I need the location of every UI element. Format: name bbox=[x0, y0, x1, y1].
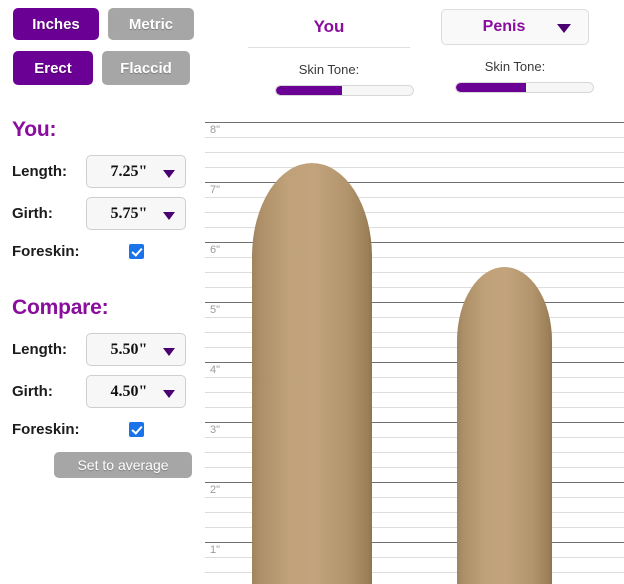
ruler-tick-label: 1" bbox=[210, 544, 221, 556]
controls-panel: Inches Metric Erect Flaccid You: Length:… bbox=[0, 0, 205, 584]
you-foreskin-checkbox[interactable] bbox=[128, 244, 144, 259]
compare-section-title: Compare: bbox=[12, 296, 109, 319]
you-skin-tone-label: Skin Tone: bbox=[298, 62, 360, 77]
compare-girth-row: Girth: 4.50" bbox=[12, 375, 186, 408]
units-toggle-group: Inches Metric bbox=[13, 8, 194, 40]
state-erect-button[interactable]: Erect bbox=[13, 51, 93, 85]
compare-skin-tone-slider-fill bbox=[456, 83, 526, 92]
ruler-tick-label: 5" bbox=[210, 304, 221, 316]
ruler-tick-label: 3" bbox=[210, 424, 221, 436]
units-inches-button[interactable]: Inches bbox=[13, 8, 99, 40]
gridline-minor bbox=[205, 137, 624, 138]
compare-length-label: Length: bbox=[12, 341, 67, 358]
set-to-average-button[interactable]: Set to average bbox=[54, 452, 192, 478]
tab-you[interactable]: You bbox=[248, 0, 410, 48]
you-length-row: Length: 7.25" bbox=[12, 155, 186, 188]
units-metric-button[interactable]: Metric bbox=[108, 8, 194, 40]
compare-column-header: Penis Skin Tone: bbox=[425, 0, 605, 93]
gridline-major bbox=[205, 122, 624, 123]
state-toggle-group: Erect Flaccid bbox=[13, 51, 190, 85]
chevron-down-icon bbox=[163, 389, 175, 398]
compare-skin-tone-slider[interactable] bbox=[455, 82, 594, 93]
compare-type-dropdown[interactable]: Penis bbox=[441, 9, 589, 45]
compare-skin-tone-label: Skin Tone: bbox=[484, 59, 546, 74]
you-skin-tone-slider-fill bbox=[276, 86, 342, 95]
state-flaccid-button[interactable]: Flaccid bbox=[102, 51, 190, 85]
gridline-minor bbox=[205, 167, 624, 168]
compare-type-dropdown-label: Penis bbox=[482, 18, 526, 35]
compare-girth-select[interactable]: 4.50" bbox=[86, 375, 186, 408]
you-foreskin-label: Foreskin: bbox=[12, 243, 80, 260]
ruler-tick-label: 6" bbox=[210, 244, 221, 256]
chevron-down-icon bbox=[163, 347, 175, 356]
shape-you bbox=[252, 163, 372, 584]
compare-girth-label: Girth: bbox=[12, 383, 53, 400]
ruler-tick-label: 4" bbox=[210, 364, 221, 376]
you-skin-tone-slider[interactable] bbox=[275, 85, 414, 96]
you-section-title: You: bbox=[12, 118, 57, 141]
compare-foreskin-label: Foreskin: bbox=[12, 421, 80, 438]
ruler-tick-label: 2" bbox=[210, 484, 221, 496]
compare-foreskin-row: Foreskin: bbox=[12, 421, 186, 438]
chevron-down-icon bbox=[557, 24, 571, 33]
shape-compare bbox=[457, 267, 552, 584]
compare-foreskin-checkbox[interactable] bbox=[128, 422, 144, 437]
gridline-major bbox=[205, 182, 624, 183]
you-foreskin-row: Foreskin: bbox=[12, 243, 186, 260]
compare-length-row: Length: 5.50" bbox=[12, 333, 186, 366]
you-length-select[interactable]: 7.25" bbox=[86, 155, 186, 188]
gridline-minor bbox=[205, 152, 624, 153]
size-comparison-chart: 8" 7" 6" 5" 4" 3" 2" 1" bbox=[205, 110, 624, 584]
chevron-down-icon bbox=[163, 169, 175, 178]
you-girth-select[interactable]: 5.75" bbox=[86, 197, 186, 230]
ruler-tick-label: 7" bbox=[210, 184, 221, 196]
you-girth-label: Girth: bbox=[12, 205, 53, 222]
you-column-header: You Skin Tone: bbox=[240, 0, 418, 96]
chevron-down-icon bbox=[163, 211, 175, 220]
you-length-label: Length: bbox=[12, 163, 67, 180]
comparison-headers: You Skin Tone: Penis Skin Tone: bbox=[205, 0, 624, 110]
penis-size-comparison-app: Inches Metric Erect Flaccid You: Length:… bbox=[0, 0, 624, 584]
ruler-tick-label: 8" bbox=[210, 124, 221, 136]
you-girth-row: Girth: 5.75" bbox=[12, 197, 186, 230]
compare-length-select[interactable]: 5.50" bbox=[86, 333, 186, 366]
